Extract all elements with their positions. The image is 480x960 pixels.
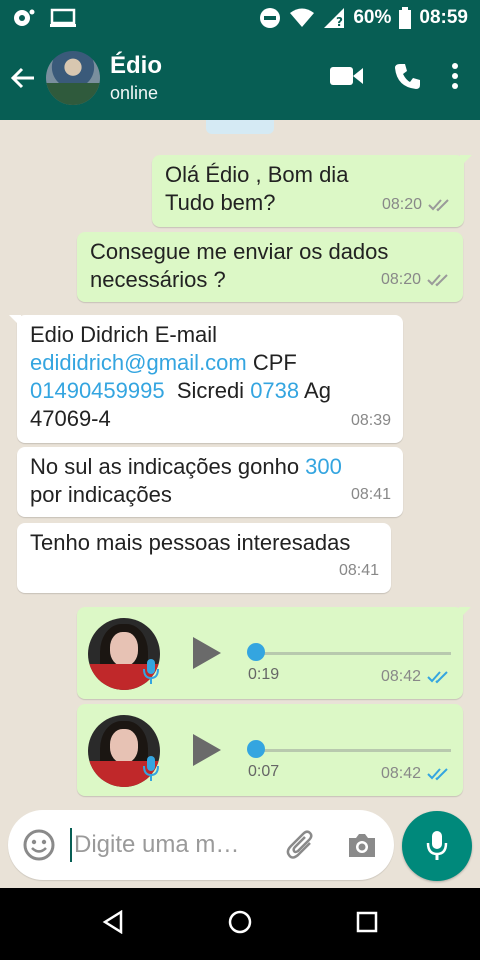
voice-record-button[interactable]	[402, 811, 472, 881]
message-text: CPF	[246, 350, 297, 375]
message-bubble-outgoing[interactable]: Consegue me enviar os dados necessários …	[77, 232, 463, 302]
notification-icon	[12, 8, 36, 28]
video-call-icon	[330, 66, 363, 85]
emoji-icon[interactable]	[22, 828, 56, 862]
composer-bar: Digite uma m…	[0, 802, 480, 888]
play-icon[interactable]	[193, 637, 221, 669]
double-check-read-icon	[427, 768, 448, 781]
voice-message[interactable]: 0:07 08:42	[77, 704, 463, 796]
more-options-button[interactable]	[452, 62, 458, 94]
signal-icon: ?	[323, 7, 345, 29]
audio-seek-knob[interactable]	[247, 740, 265, 758]
email-link[interactable]: edididrich@gmail.com	[30, 350, 247, 375]
do-not-disturb-icon	[259, 7, 281, 29]
message-text: Consegue me enviar os dados	[90, 239, 389, 264]
contact-name: Édio	[110, 52, 162, 79]
message-text: Tenho mais pessoas interesadas	[30, 530, 351, 555]
nav-recents-button[interactable]	[356, 911, 378, 938]
wifi-icon	[289, 8, 315, 28]
message-bubble-incoming[interactable]: Edio Didrich E-mail edididrich@gmail.com…	[9, 315, 403, 443]
clock: 08:59	[419, 7, 468, 28]
message-bubble-incoming[interactable]: No sul as indicações gonho 300 por indic…	[17, 447, 403, 517]
system-nav-bar	[0, 888, 480, 960]
phone-icon	[395, 63, 420, 89]
svg-text:?: ?	[336, 15, 343, 29]
message-text: Ag	[299, 378, 331, 403]
back-arrow-icon	[10, 67, 34, 89]
mic-icon	[426, 831, 448, 860]
message-time: 08:42	[380, 765, 421, 782]
message-text: Olá Édio , Bom dia	[165, 162, 349, 187]
audio-duration: 0:19	[248, 666, 280, 683]
home-nav-icon	[228, 910, 252, 933]
number-link[interactable]: 300	[305, 454, 342, 479]
date-chip	[206, 120, 274, 134]
double-check-read-icon	[427, 671, 448, 684]
audio-progress-track[interactable]	[249, 652, 451, 655]
double-check-icon	[428, 199, 449, 212]
contact-avatar[interactable]	[46, 51, 100, 105]
screen-cast-icon	[50, 8, 76, 28]
contact-status: online	[110, 83, 159, 103]
battery-icon	[399, 7, 412, 29]
chat-header: Édio online	[0, 36, 480, 120]
message-time: 08:39	[350, 412, 391, 429]
nav-home-button[interactable]	[228, 910, 252, 939]
message-time: 08:20	[380, 271, 421, 288]
recents-nav-icon	[356, 911, 378, 932]
video-call-button[interactable]	[330, 65, 364, 92]
message-time: 08:41	[350, 486, 391, 503]
message-text: Edio Didrich E-mail	[30, 322, 218, 347]
battery-percent: 60%	[353, 7, 392, 28]
audio-progress-track[interactable]	[249, 749, 451, 752]
double-check-icon	[427, 274, 448, 287]
play-icon[interactable]	[193, 734, 221, 766]
message-time: 08:41	[338, 562, 379, 579]
audio-duration: 0:07	[248, 763, 280, 780]
camera-icon[interactable]	[346, 831, 378, 859]
more-vert-icon	[452, 62, 458, 89]
message-time: 08:42	[380, 668, 421, 685]
message-text: 47069-4	[30, 406, 111, 431]
mic-icon	[143, 756, 159, 781]
voice-call-button[interactable]	[394, 62, 422, 95]
attach-icon[interactable]	[286, 829, 316, 861]
status-bar: ? 60% 08:59	[0, 0, 480, 36]
phone-number-link[interactable]: 01490459995	[30, 378, 165, 403]
audio-seek-knob[interactable]	[247, 643, 265, 661]
message-bubble-outgoing[interactable]: Olá Édio , Bom dia Tudo bem? 08:20	[152, 155, 472, 227]
number-link[interactable]: 0738	[250, 378, 299, 403]
message-input-field[interactable]: Digite uma m…	[8, 810, 394, 880]
message-input[interactable]: Digite uma m…	[74, 831, 286, 859]
message-text: por indicações	[30, 482, 172, 507]
message-list[interactable]: Olá Édio , Bom dia Tudo bem? 08:20 Conse…	[0, 120, 480, 888]
mic-icon	[143, 659, 159, 684]
back-nav-icon	[102, 909, 123, 934]
back-button[interactable]	[0, 36, 46, 120]
message-bubble-incoming[interactable]: Tenho mais pessoas interesadas 08:41	[17, 523, 391, 593]
message-text: No sul as indicações gonho	[30, 454, 306, 479]
contact-info[interactable]: Édio online	[110, 51, 330, 105]
message-time: 08:20	[381, 196, 422, 213]
message-text: Sicredi	[164, 378, 251, 403]
text-cursor	[70, 828, 72, 862]
nav-back-button[interactable]	[102, 909, 124, 939]
voice-message[interactable]: 0:19 08:42	[77, 607, 471, 699]
